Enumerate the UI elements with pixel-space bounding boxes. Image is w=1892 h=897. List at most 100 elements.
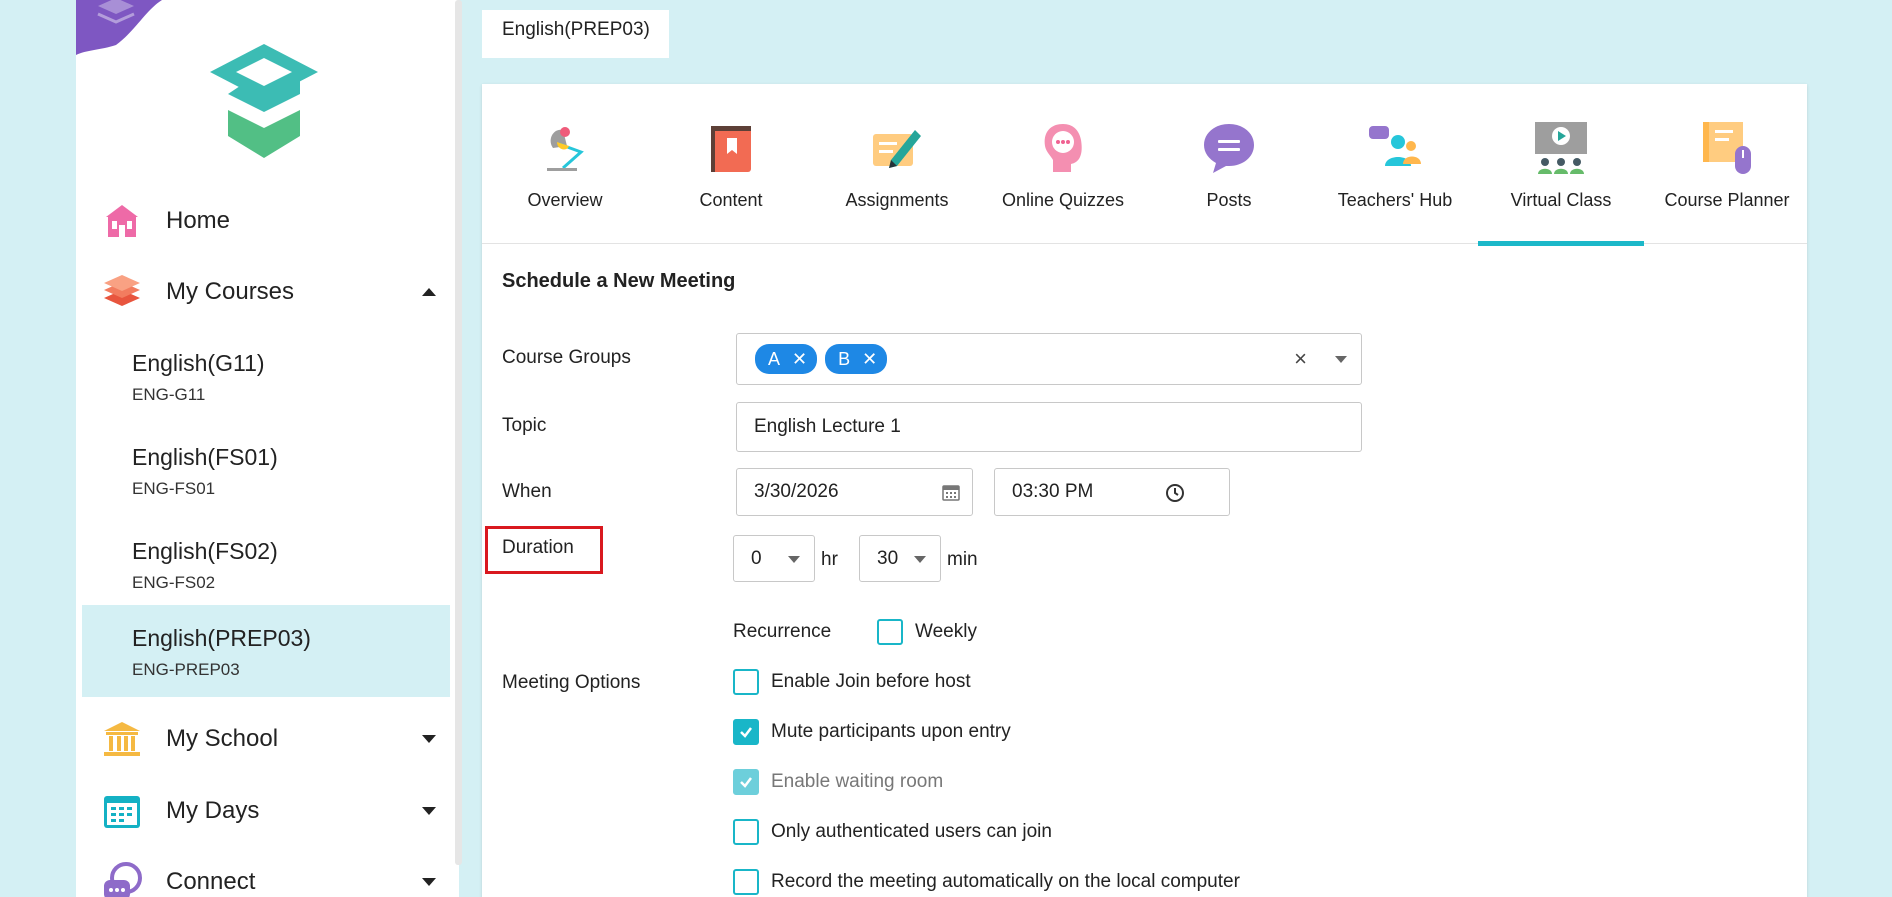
option-label: Mute participants upon entry <box>771 721 1011 742</box>
waiting-room-checkbox <box>733 769 759 795</box>
duration-hours-value: 0 <box>751 547 762 569</box>
weekly-checkbox[interactable] <box>877 619 903 645</box>
nav-my-school-label: My School <box>166 725 279 752</box>
tab-label: Assignments <box>845 190 949 210</box>
course-code: ENG-FS02 <box>132 573 216 592</box>
tab-label: Overview <box>527 190 603 210</box>
tab-content[interactable]: Content <box>648 84 814 244</box>
nav-home-label: Home <box>166 207 231 234</box>
join-before-host-checkbox[interactable] <box>733 669 759 695</box>
chevron-down-icon[interactable] <box>914 555 926 563</box>
course-groups-label: Course Groups <box>502 347 631 368</box>
course-tabs: Overview Content Assignments Online Quiz… <box>482 84 1810 246</box>
home-icon <box>100 199 144 243</box>
chat-icon <box>100 860 144 897</box>
topic-input[interactable]: English Lecture 1 <box>736 402 1362 452</box>
chevron-down-icon[interactable] <box>422 807 436 815</box>
weekly-label: Weekly <box>915 621 977 642</box>
clear-icon[interactable]: × <box>1294 346 1307 372</box>
course-code: ENG-FS01 <box>132 479 216 498</box>
tab-label: Course Planner <box>1664 190 1790 210</box>
tab-teachers-hub[interactable]: Teachers' Hub <box>1312 84 1478 244</box>
group-chip-a: A ✕ <box>755 344 818 374</box>
tab-online-quizzes[interactable]: Online Quizzes <box>980 84 1146 244</box>
head-chat-icon <box>1044 124 1082 172</box>
tab-assignments[interactable]: Assignments <box>814 84 980 244</box>
tab-overview[interactable]: Overview <box>482 84 648 244</box>
teachers-group-icon <box>1369 126 1421 166</box>
check-icon <box>740 727 752 738</box>
tab-label: Posts <box>1206 190 1252 210</box>
course-groups-select[interactable]: A ✕ B ✕ × <box>736 333 1362 385</box>
nav-my-days[interactable]: My Days <box>100 784 450 838</box>
calendar-icon <box>100 789 144 833</box>
course-item-english-fs01[interactable]: English(FS01) ENG-FS01 <box>82 424 450 516</box>
option-join-before-host[interactable]: Enable Join before host <box>733 667 971 697</box>
speech-bubble-icon <box>1204 124 1254 173</box>
nav-my-school[interactable]: My School <box>100 712 450 766</box>
duration-minutes-value: 30 <box>877 547 899 569</box>
chip-remove-icon[interactable]: ✕ <box>792 349 807 370</box>
topic-label: Topic <box>502 415 547 436</box>
option-label: Only authenticated users can join <box>771 821 1052 842</box>
course-header-tab[interactable]: English(PREP03) <box>482 10 669 58</box>
nav-connect[interactable]: Connect <box>100 855 450 897</box>
chevron-down-icon[interactable] <box>788 555 800 563</box>
option-authenticated-only[interactable]: Only authenticated users can join <box>733 817 1052 847</box>
date-value: 3/30/2026 <box>754 481 839 502</box>
meeting-options-label: Meeting Options <box>502 672 641 693</box>
chevron-down-icon[interactable] <box>1335 356 1347 363</box>
nav-connect-label: Connect <box>166 868 256 895</box>
course-item-english-fs02[interactable]: English(FS02) ENG-FS02 <box>82 518 450 610</box>
course-name: English(FS01) <box>132 444 278 470</box>
clock-icon[interactable] <box>1165 483 1185 503</box>
nav-my-courses-label: My Courses <box>166 278 295 305</box>
tab-course-planner[interactable]: Course Planner <box>1644 84 1810 244</box>
weekly-checkbox-row[interactable]: Weekly <box>877 617 977 647</box>
when-label: When <box>502 481 552 502</box>
duration-minutes-select[interactable]: 30 <box>859 535 941 582</box>
duration-hours-select[interactable]: 0 <box>733 535 815 582</box>
group-chip-b: B ✕ <box>825 344 888 374</box>
check-icon <box>740 777 752 788</box>
chevron-down-icon[interactable] <box>422 878 436 886</box>
presentation-screen-icon <box>1535 122 1587 174</box>
course-code: ENG-PREP03 <box>132 660 240 679</box>
mute-on-entry-checkbox[interactable] <box>733 719 759 745</box>
calendar-icon[interactable] <box>942 483 960 501</box>
course-item-english-prep03[interactable]: English(PREP03) ENG-PREP03 <box>82 605 450 697</box>
school-building-icon <box>100 717 144 761</box>
chevron-down-icon[interactable] <box>422 735 436 743</box>
tab-virtual-class[interactable]: Virtual Class <box>1478 84 1644 246</box>
tab-label: Virtual Class <box>1510 190 1612 210</box>
main-card: Overview Content Assignments Online Quiz… <box>482 84 1807 897</box>
tab-label: Content <box>699 190 763 210</box>
course-name: English(G11) <box>132 350 265 376</box>
chip-label: A <box>768 348 781 369</box>
corner-logo-icon <box>76 0 162 55</box>
chevron-up-icon[interactable] <box>422 288 436 296</box>
sidebar-scrollbar[interactable] <box>455 0 462 865</box>
authenticated-only-checkbox[interactable] <box>733 819 759 845</box>
auto-record-checkbox[interactable] <box>733 869 759 895</box>
tab-posts[interactable]: Posts <box>1146 84 1312 244</box>
nav-home[interactable]: Home <box>100 194 450 248</box>
course-name: English(PREP03) <box>132 625 311 651</box>
option-label: Record the meeting automatically on the … <box>771 871 1240 892</box>
form-title: Schedule a New Meeting <box>502 270 736 292</box>
course-item-english-g11[interactable]: English(G11) ENG-G11 <box>82 330 450 422</box>
date-input[interactable]: 3/30/2026 <box>736 468 973 516</box>
pen-paper-icon <box>873 130 921 168</box>
option-mute-on-entry[interactable]: Mute participants upon entry <box>733 717 1011 747</box>
desk-lamp-icon <box>547 127 584 171</box>
books-icon <box>100 270 144 314</box>
hours-suffix: hr <box>821 549 838 570</box>
option-auto-record-local[interactable]: Record the meeting automatically on the … <box>733 867 1240 897</box>
nav-my-courses[interactable]: My Courses <box>100 265 450 319</box>
school-logo-icon <box>210 44 318 158</box>
time-input[interactable]: 03:30 PM <box>994 468 1230 516</box>
course-name: English(FS02) <box>132 538 278 564</box>
chip-remove-icon[interactable]: ✕ <box>862 349 877 370</box>
nav-my-days-label: My Days <box>166 797 260 824</box>
tab-label: Teachers' Hub <box>1337 190 1453 210</box>
